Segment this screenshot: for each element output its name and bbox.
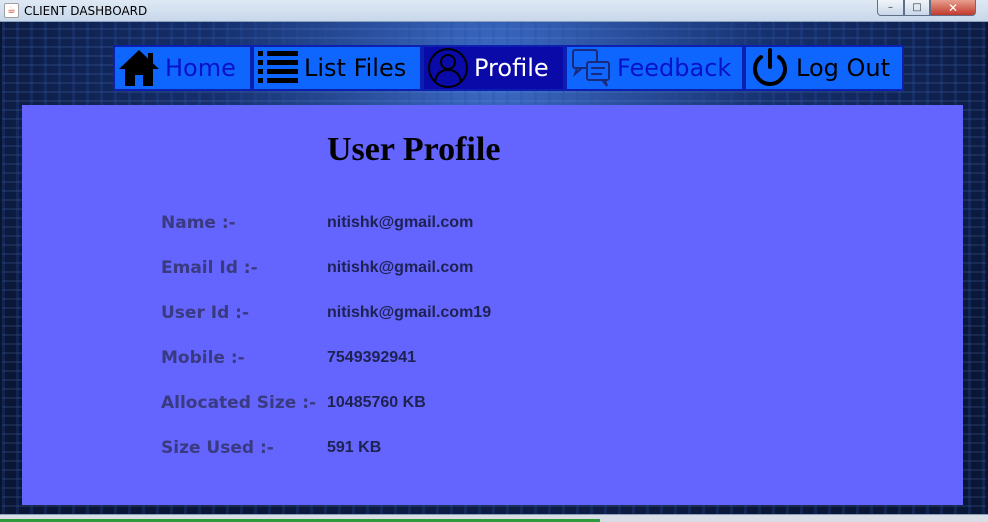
nav-toolbar: Home List Files Profile Feedback Log Out <box>113 45 904 91</box>
profile-panel: User Profile Name :- nitishk@gmail.com E… <box>22 105 963 505</box>
nav-profile-button[interactable]: Profile <box>422 45 565 91</box>
allocated-size-label: Allocated Size :- <box>161 393 317 413</box>
window-title: CLIENT DASHBOARD <box>24 4 148 18</box>
minimize-button[interactable]: – <box>877 0 904 16</box>
power-icon <box>753 48 787 86</box>
mobile-value: 7549392941 <box>327 349 416 366</box>
allocated-size-value: 10485760 KB <box>327 394 426 411</box>
page-title: User Profile <box>327 131 501 168</box>
close-button[interactable]: ✕ <box>930 0 976 16</box>
java-icon: ☕ <box>4 3 19 18</box>
nav-feedback-label: Feedback <box>617 54 732 82</box>
name-value: nitishk@gmail.com <box>327 214 474 231</box>
size-used-value: 591 KB <box>327 439 382 456</box>
size-used-label: Size Used :- <box>161 438 274 458</box>
user-id-label: User Id :- <box>161 303 250 323</box>
nav-home-label: Home <box>165 54 236 82</box>
nav-home-button[interactable]: Home <box>113 45 252 91</box>
maximize-button[interactable]: □ <box>904 0 930 16</box>
nav-feedback-button[interactable]: Feedback <box>565 45 744 91</box>
nav-logout-button[interactable]: Log Out <box>744 45 904 91</box>
window-titlebar: ☕ CLIENT DASHBOARD – □ ✕ <box>0 0 988 22</box>
home-icon <box>119 50 159 86</box>
window-controls: – □ ✕ <box>877 0 976 18</box>
window-bottom-edge <box>0 514 988 522</box>
name-label: Name :- <box>161 213 236 233</box>
nav-logout-label: Log Out <box>796 54 891 82</box>
mobile-label: Mobile :- <box>161 348 245 368</box>
nav-list-files-button[interactable]: List Files <box>252 45 422 91</box>
user-id-value: nitishk@gmail.com19 <box>327 304 492 321</box>
user-icon <box>428 48 468 88</box>
email-value: nitishk@gmail.com <box>327 259 474 276</box>
feedback-icon <box>572 49 610 87</box>
list-icon <box>258 51 298 83</box>
nav-list-files-label: List Files <box>304 54 407 82</box>
nav-profile-label: Profile <box>474 54 549 82</box>
email-label: Email Id :- <box>161 258 258 278</box>
